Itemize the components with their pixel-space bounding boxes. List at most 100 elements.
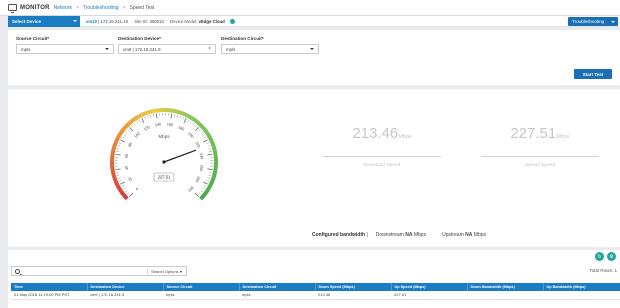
breadcrumb-speed-test: Speed Test [129,4,155,11]
gauge-value-text: 227.51 [158,175,171,180]
gauge-major-tick [120,181,125,185]
speed-results-panel: 0 20 40 60 80 100 120 140 160 180 200 220 240 260 280 3… [8,89,620,247]
gauge-minor-tick [116,171,119,173]
select-device-dropdown[interactable]: Select Device [8,15,80,27]
gauge-tick-label: 180 [177,125,184,131]
gauge-scale-segment [155,108,161,113]
chevron-down-icon [180,270,182,273]
gauge-tick-label: 240 [199,153,204,160]
gauge-scale-segment [167,108,173,113]
gauge-scale-segment [202,126,208,133]
source-circuit-select[interactable]: mpls [16,44,114,54]
gauge-tick-label: 140 [155,122,162,127]
speed-test-form: Source Circuit* mpls Destination Device*… [8,30,620,85]
breadcrumb-separator: > [122,4,126,11]
gauge-scale-segment [128,118,135,124]
gauge-scale-segment [211,173,217,179]
gauge-minor-tick [147,115,149,119]
table-row[interactable]: 01 May 2018 11:19:00 PM PST vm9 | 172.16… [11,291,620,300]
device-ip: 172.16.241.16 [100,18,128,24]
gauge-major-tick [115,153,121,156]
table-cell: vm9 | 172.16.241.9 [87,291,163,300]
search-input[interactable]: Search Options [11,266,187,276]
source-circuit-value: mpls [21,46,31,52]
download-speed-value: 213.46 [352,125,399,142]
upload-speed-caption: Upload Speed [524,163,556,168]
refresh-icon[interactable]: ↻ [595,252,604,261]
destination-device-select[interactable]: vm9 | 172.16.241.9 × [118,44,216,54]
troubleshooting-button[interactable]: Troubleshooting [568,17,618,26]
breadcrumb-network[interactable]: Network [54,5,72,11]
destination-circuit-select[interactable]: mpls [221,44,319,54]
gauge-scale-segment [117,187,124,194]
gauge-unit-label: Mbps [158,134,170,139]
gauge-scale-segment [143,110,149,116]
downstream-label: Downstream [375,232,404,238]
column-header[interactable]: Up Speed (Mbps) [391,283,468,291]
table-cell [467,291,543,300]
gauge-minor-tick [138,119,141,123]
device-model-label: Device Model: [170,18,198,24]
gauge-tick-label: 200 [187,132,194,139]
clear-icon[interactable]: × [208,46,211,52]
column-header[interactable]: Time [11,283,88,291]
gauge-scale-segment [199,194,206,201]
gauge-major-tick [207,153,213,156]
gauge-major-tick [115,168,121,171]
gauge-minor-tick [131,125,134,128]
gauge-minor-tick [207,177,211,179]
source-circuit-field: Source Circuit* mpls [16,36,114,54]
destination-circuit-field: Destination Circuit* mpls [221,36,319,54]
column-header[interactable]: Up Bandwidth (Mbps) [543,283,620,291]
monitor-icon [8,4,17,13]
gauge-minor-tick [208,174,212,176]
search-icon [15,269,20,274]
gauge-minor-tick [125,190,128,193]
gauge-scale-segment [210,141,216,147]
download-speed-unit: Mbps [398,134,412,140]
gauge-major-tick [183,118,187,123]
gauge-tick-label: 60 [124,154,129,159]
gauge-minor-tick [118,142,122,144]
gauge-scale-segment [206,133,213,140]
gauge-scale-segment [186,113,193,120]
column-header[interactable]: Destination Circuit [239,283,316,291]
device-name: vm10 [86,18,97,24]
gauge-scale-segment [122,194,129,201]
downstream-value: NA [405,232,413,238]
gauge-tick-label: 300 [187,185,194,192]
search-options-dropdown[interactable]: Search Options [147,268,185,275]
settings-icon[interactable]: ⚙ [607,252,616,261]
upstream-value: NA [465,232,473,238]
gauge-minor-tick [203,136,207,139]
column-header[interactable]: Source Circuit [163,283,240,291]
speed-gauge: 020 40 60 80100120 140 160 180200220 240 260 2803… [110,108,219,201]
gauge-minor-tick [173,114,175,117]
app-title: MONITOR [20,4,50,11]
gauge-major-tick [207,168,213,171]
gauge-scale-segment [110,165,115,171]
device-model-value: vEdge Cloud [198,18,225,24]
column-header[interactable]: Down Bandwidth (Mbps) [467,283,544,291]
gauge-minor-tick [206,142,210,144]
gauge-scale-segment [114,137,120,143]
gauge-major-tick [203,139,208,143]
breadcrumb-troubleshooting[interactable]: Troubleshooting [83,5,119,11]
site-id-label: Site ID: [134,18,149,24]
gauge-minor-tick [206,180,210,182]
column-header[interactable]: Destination Device [87,283,164,291]
results-table-panel: ↻ ⚙ Search Options Total Rows: 1 Time De… [8,250,620,308]
start-test-button[interactable]: Start Test [574,69,612,79]
gauge-scale-segment [122,123,129,130]
gauge-scale-segment [210,177,216,183]
gauge-needle [163,149,197,163]
gauge-minor-tick [127,129,130,132]
gauge-minor-tick [127,192,130,195]
gauge-minor-tick [208,148,212,150]
table-cell: 01 May 2018 11:19:00 PM PST [11,291,87,300]
gauge-scale-segment [212,149,218,155]
column-header[interactable]: Down Speed (Mbps) [315,283,392,291]
gauge-minor-tick [116,148,120,150]
table-cell [543,291,620,300]
gauge-scale-segment [120,191,126,198]
